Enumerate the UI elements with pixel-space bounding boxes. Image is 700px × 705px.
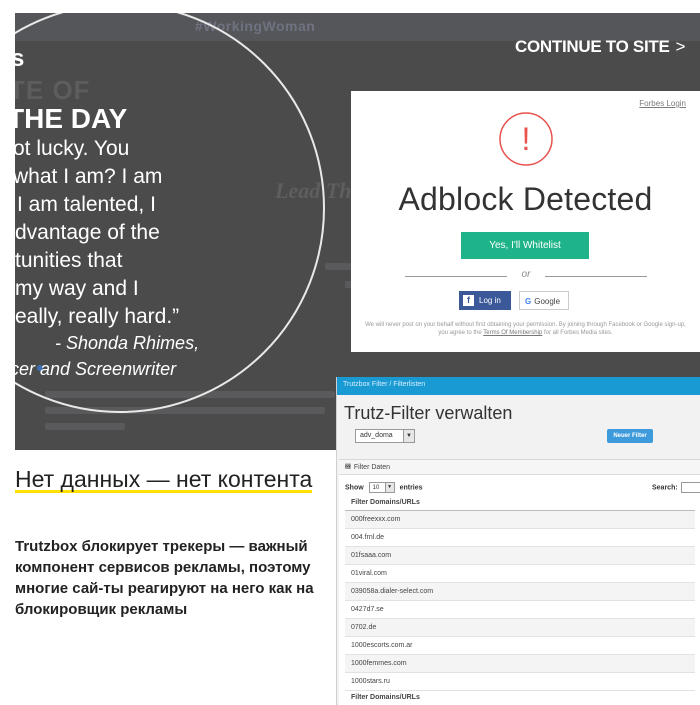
- table-row[interactable]: 01fsaaa.com: [345, 546, 695, 565]
- facebook-icon: f: [463, 295, 474, 307]
- google-icon: G: [525, 297, 532, 306]
- alert-icon: !: [499, 112, 553, 166]
- search-input[interactable]: [680, 482, 700, 493]
- table-cell: 01viral.com: [345, 564, 695, 583]
- table-cell: 0702.de: [345, 618, 695, 637]
- terms-link[interactable]: Terms Of Membership: [483, 330, 542, 336]
- filter-table: Filter Domains/URLs 000freexxx.com 004.f…: [345, 496, 695, 704]
- entries-select[interactable]: 10 ▼: [368, 482, 395, 493]
- table-cell: 1000stars.ru: [345, 672, 695, 691]
- table-row[interactable]: 1000escorts.com.ar: [345, 636, 695, 655]
- quote-line: eally, really hard.”: [15, 305, 180, 328]
- search-label: Search:: [652, 484, 678, 492]
- table-row[interactable]: 1000femmes.com: [345, 654, 695, 673]
- entries-label: entries: [399, 484, 423, 492]
- table-row[interactable]: 1000stars.ru: [345, 672, 695, 691]
- facebook-login-button[interactable]: f Log in: [459, 291, 511, 310]
- breadcrumb-bar: Trutzbox Filter / Filterlisten: [337, 377, 700, 395]
- continue-label: CONTINUE TO SITE: [515, 37, 670, 56]
- quote-line: I am talented, I: [17, 193, 156, 216]
- quote-line: dvantage of the: [15, 221, 160, 244]
- article-heading: Нет данных — нет контента: [15, 466, 325, 493]
- alert-glyph: !: [522, 121, 531, 157]
- quote-kicker: TE OF: [15, 75, 91, 105]
- quote-author-role: ucer and Screenwriter: [15, 359, 177, 379]
- table-cell: 004.frnl.de: [345, 528, 695, 547]
- quote-line: what I am? I am: [15, 165, 163, 188]
- modal-headline: Adblock Detected: [398, 181, 653, 217]
- table-row[interactable]: 01viral.com: [345, 564, 695, 583]
- chevron-down-icon: ▼: [384, 483, 394, 492]
- entries-value: 10: [372, 485, 380, 491]
- adblock-modal: Forbes Login ! Adblock Detected Yes, I'l…: [351, 91, 700, 352]
- table-cell: 000freexxx.com: [345, 510, 695, 529]
- column-header[interactable]: Filter Domains/URLs: [345, 496, 695, 511]
- table-search: Search:: [652, 482, 700, 493]
- chevron-down-icon: ▼: [403, 430, 414, 442]
- table-row[interactable]: 0702.de: [345, 618, 695, 637]
- legal-notice: We will never post on your behalf withou…: [365, 321, 686, 337]
- column-footer: Filter Domains/URLs: [345, 689, 695, 704]
- breadcrumb[interactable]: Trutzbox Filter / Filterlisten: [343, 381, 425, 388]
- show-label: Show: [345, 484, 364, 492]
- or-divider: or: [405, 269, 647, 283]
- legal-tail: for all Forbes Media sites.: [543, 330, 613, 336]
- filter-list-select[interactable]: adv_doma ▼: [355, 429, 415, 443]
- article-heading-text: Нет данных — нет контента: [15, 466, 313, 493]
- quote-heading: THE DAY: [15, 103, 128, 134]
- table-row[interactable]: 039058a.dialer-select.com: [345, 582, 695, 601]
- new-filter-button[interactable]: Neuer Filter: [607, 429, 653, 443]
- facebook-login-label: Log in: [479, 296, 501, 305]
- continue-to-site-link[interactable]: CONTINUE TO SITE >: [515, 37, 685, 57]
- table-cell: 1000femmes.com: [345, 654, 695, 673]
- article-body: Trutzbox блокирует трекеры — важный комп…: [15, 538, 314, 618]
- filter-list-value: adv_doma: [360, 432, 393, 439]
- table-cell: 01fsaaa.com: [345, 546, 695, 565]
- chevron-right-icon: >: [675, 37, 686, 56]
- panel-title: Filter Daten: [353, 464, 391, 471]
- google-login-label: Google: [534, 297, 561, 306]
- table-cell: 0427d7.se: [345, 600, 695, 619]
- page-title: Trutz-Filter verwalten: [344, 403, 513, 423]
- google-login-button[interactable]: G Google: [519, 291, 569, 310]
- trutzbox-screenshot: Trutzbox Filter / Filterlisten Trutz-Fil…: [336, 377, 700, 705]
- quote-line: my way and I: [15, 277, 139, 300]
- quote-line: ot lucky. You: [15, 137, 130, 160]
- or-label: or: [521, 269, 531, 280]
- quote-author: - Shonda Rhimes,: [55, 333, 200, 353]
- table-row[interactable]: 004.frnl.de: [345, 528, 695, 547]
- quote-brand: s: [15, 45, 25, 72]
- panel-header: łłł Filter Daten: [339, 460, 700, 475]
- table-cell: 1000escorts.com.ar: [345, 636, 695, 655]
- entries-length-control: Show 10 ▼ entries: [345, 482, 423, 493]
- filter-data-panel: łłł Filter Daten Show 10 ▼ entries Search:…: [339, 459, 700, 705]
- divider-line: [545, 276, 647, 277]
- quote-line: tunities that: [15, 249, 123, 272]
- chart-icon: łłł: [345, 464, 351, 471]
- table-row[interactable]: 000freexxx.com: [345, 510, 695, 529]
- forbes-login-link[interactable]: Forbes Login: [639, 99, 686, 108]
- table-cell: 039058a.dialer-select.com: [345, 582, 695, 601]
- whitelist-button[interactable]: Yes, I'll Whitelist: [461, 232, 589, 259]
- table-row[interactable]: 0427d7.se: [345, 600, 695, 619]
- blurred-text-line: [45, 423, 125, 430]
